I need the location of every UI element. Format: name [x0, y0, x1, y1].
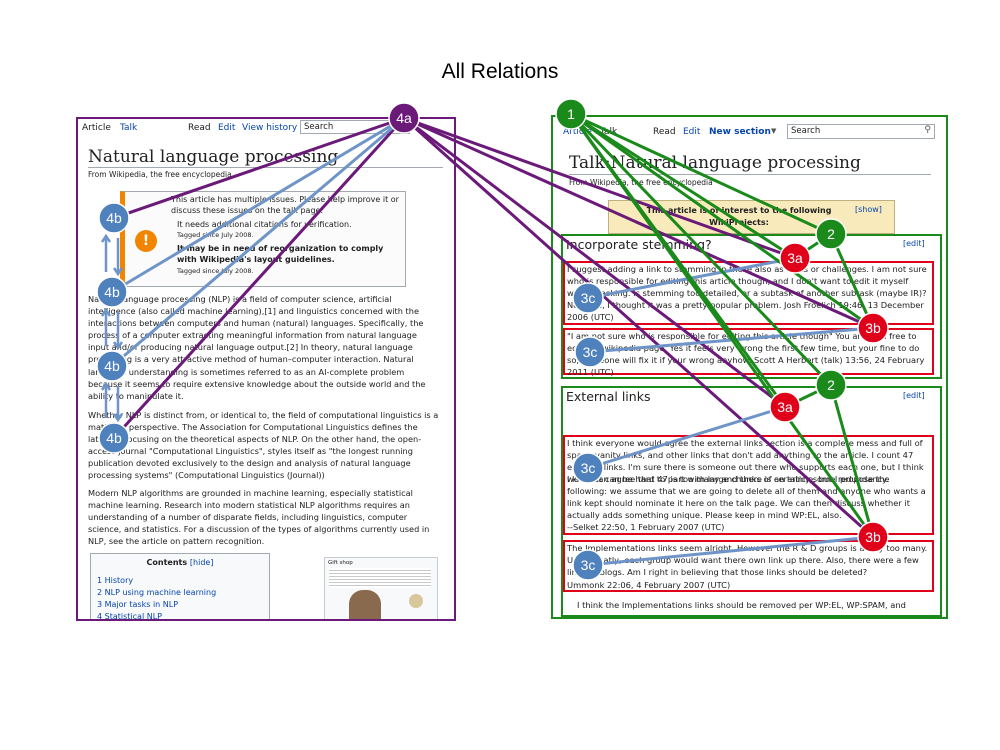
node-3c[interactable]: 3c [574, 336, 606, 368]
edge-1-3b [569, 113, 875, 538]
node-label: 2 [827, 377, 835, 393]
node-2[interactable]: 2 [815, 218, 847, 250]
node-label: 1 [567, 106, 575, 122]
node-3b[interactable]: 3b [857, 312, 889, 344]
node-label: 4b [106, 430, 122, 446]
node-label: 3b [865, 529, 881, 545]
node-label: 4a [396, 110, 412, 126]
edge-3c-3a [587, 405, 786, 470]
node-3c[interactable]: 3c [572, 549, 604, 581]
node-label: 2 [827, 226, 835, 242]
node-label: 4b [104, 358, 120, 374]
node-label: 3a [777, 399, 793, 415]
edge-4a-4b [111, 116, 405, 368]
node-4a[interactable]: 4a [388, 102, 420, 134]
node-3c[interactable]: 3c [572, 282, 604, 314]
edge-3c-3b [587, 535, 874, 567]
node-3c[interactable]: 3c [572, 452, 604, 484]
arrows-4b [100, 233, 124, 423]
node-4b[interactable]: 4b [98, 202, 130, 234]
edge-4a-4b [112, 116, 406, 440]
node-1[interactable]: 1 [555, 98, 587, 130]
node-label: 3c [581, 460, 596, 476]
node-3b[interactable]: 3b [857, 521, 889, 553]
node-label: 3c [581, 290, 596, 306]
edge-4a-3a [403, 116, 796, 260]
node-3a[interactable]: 3a [769, 391, 801, 423]
node-label: 4b [106, 210, 122, 226]
node-label: 3a [787, 250, 803, 266]
relation-lines-4a [112, 116, 874, 539]
edge-1-3a [570, 112, 796, 260]
node-label: 3c [581, 557, 596, 573]
node-4b[interactable]: 4b [96, 350, 128, 382]
edge-4a-3b [403, 116, 874, 539]
node-4b[interactable]: 4b [98, 422, 130, 454]
relation-lines-green [569, 112, 875, 538]
relations-overlay: 4a 4b 4b 4b 4b 1 2 2 3a 3a 3b 3b 3c 3c 3… [96, 98, 889, 581]
edge-1-2 [570, 112, 832, 236]
node-label: 3b [865, 320, 881, 336]
edge-2-3b [829, 384, 875, 538]
node-2[interactable]: 2 [815, 369, 847, 401]
node-4b[interactable]: 4b [96, 276, 128, 308]
node-label: 4b [104, 284, 120, 300]
node-3a[interactable]: 3a [779, 242, 811, 274]
node-label: 3c [583, 344, 598, 360]
